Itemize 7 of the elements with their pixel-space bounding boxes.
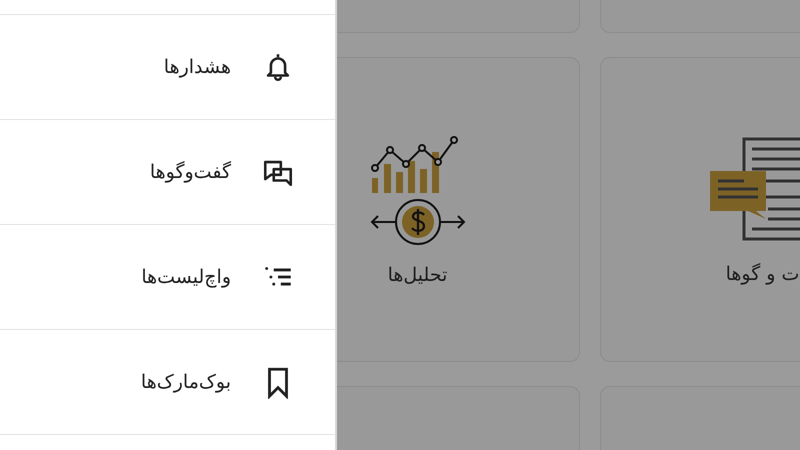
drawer-menu-item[interactable]: گفت‌وگوها — [0, 120, 335, 225]
card-title: تحلیل‌ها — [388, 264, 448, 286]
drawer-menu-item[interactable]: بوک‌مارک‌ها — [0, 330, 335, 435]
drawer-menu-item[interactable]: واچ‌لیست‌ها — [0, 225, 335, 330]
feature-card[interactable]: ت و گوها — [600, 57, 800, 362]
card-title: ت و گوها — [726, 262, 800, 284]
drawer-menu-item[interactable]: هشدارها — [0, 15, 335, 120]
